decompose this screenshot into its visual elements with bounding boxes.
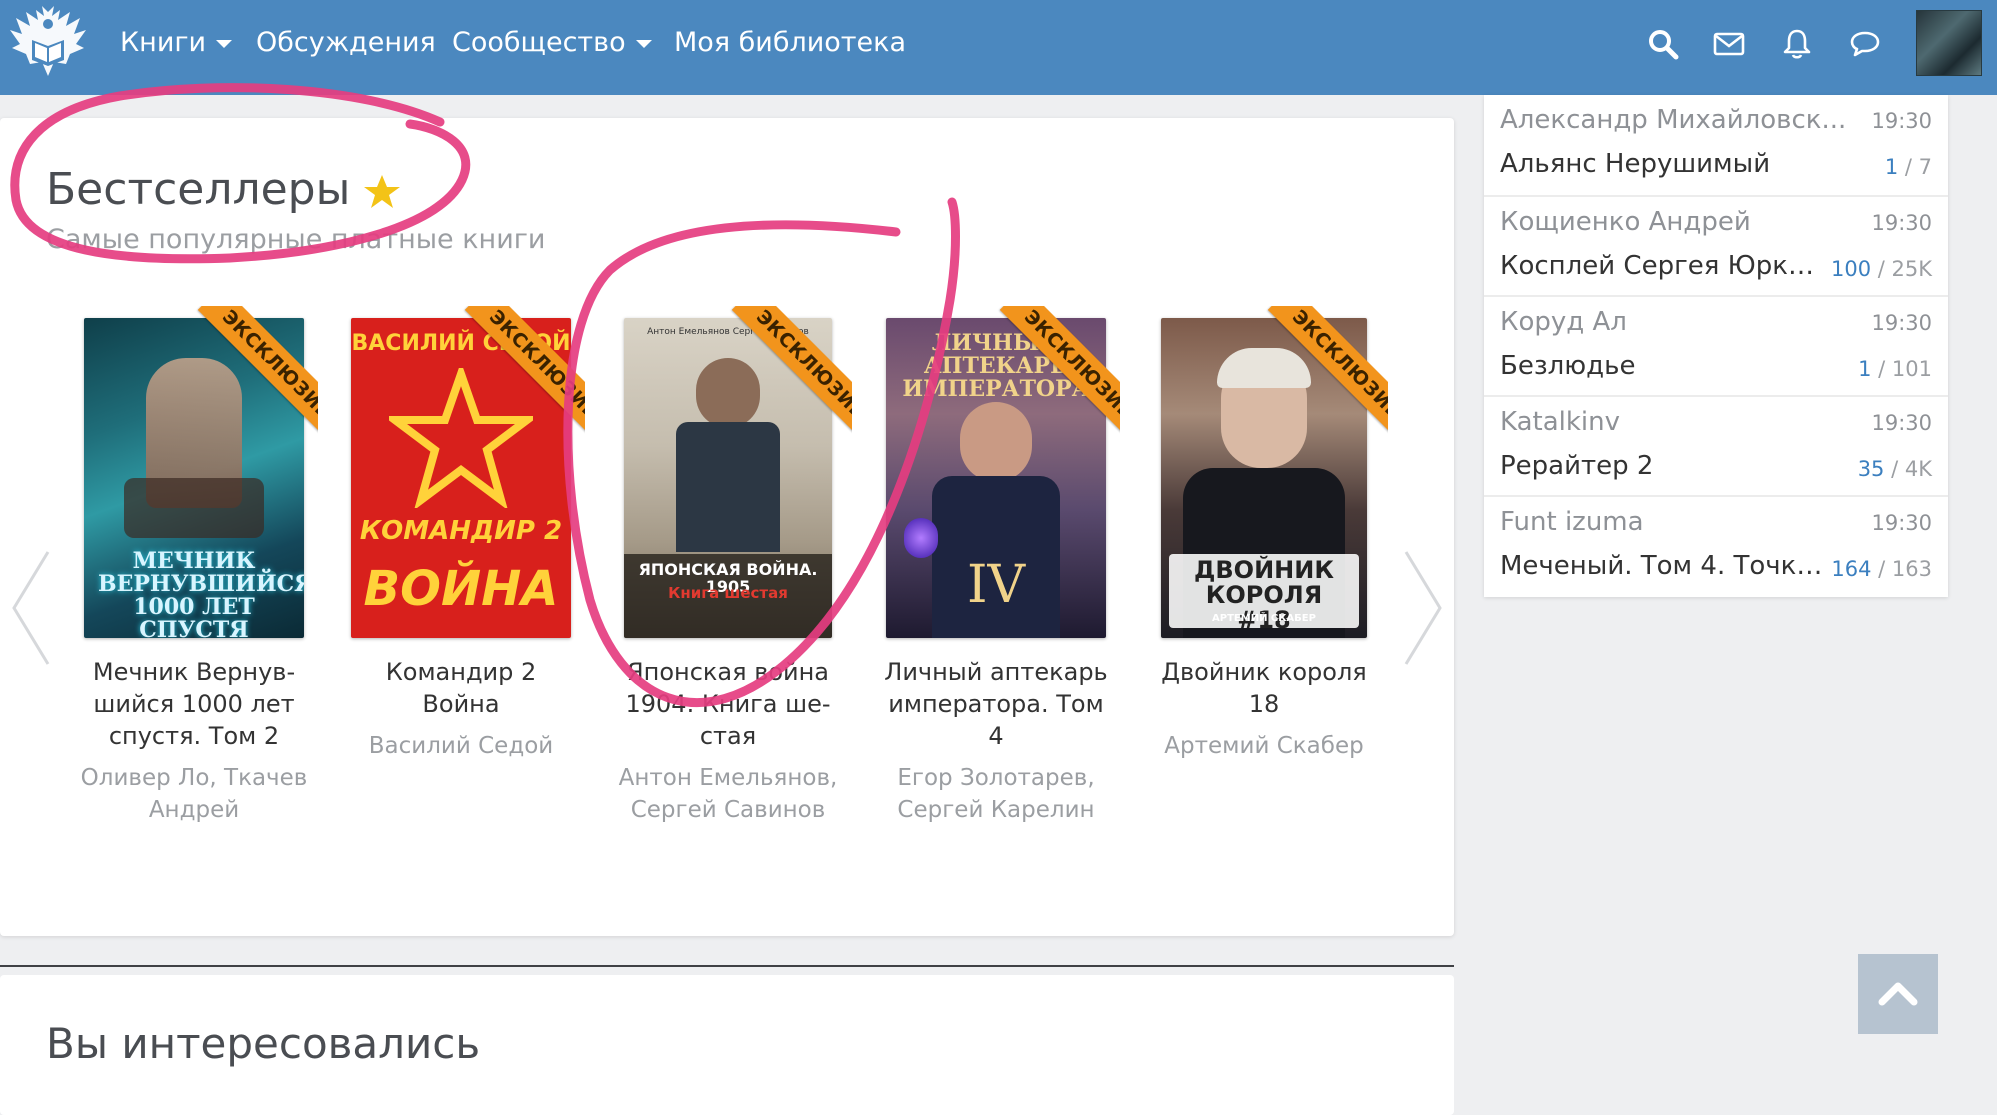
book-cover-wrap: Антон Емельянов Сергей Савинов ЯПОНСКАЯ … bbox=[618, 306, 852, 638]
star-icon bbox=[364, 175, 401, 208]
book-card[interactable]: Антон Емельянов Сергей Савинов ЯПОНСКАЯ … bbox=[608, 306, 852, 826]
search-icon[interactable] bbox=[1646, 27, 1680, 61]
book-card[interactable]: ЛИЧНЫЙ АПТЕКАРЬ ИМПЕРАТОРА IV ЭКСКЛЮЗИВ … bbox=[876, 306, 1120, 826]
book-card[interactable]: ДВОЙНИК КОРОЛЯ #18 АРТЕМИЙ СКАБЕР ЭКСКЛЮ… bbox=[1144, 306, 1388, 762]
feed-author[interactable]: Коруд Ал bbox=[1500, 307, 1860, 337]
interested-card: Вы интересовались bbox=[0, 975, 1454, 1115]
book-card[interactable]: ВАСИЛИЙ СЕДОЙ КОМАНДИР 2 ВОЙНА ЭКСКЛЮЗИВ… bbox=[341, 306, 585, 762]
exclusive-ribbon: ЭКСКЛЮЗИВ bbox=[990, 306, 1120, 436]
book-author[interactable]: Артемий Скабер bbox=[1144, 730, 1384, 762]
feed-item[interactable]: Кощиенко Андрей 19:30 Косплей Сергея Юрк… bbox=[1484, 195, 1948, 296]
cover-text: КОМАНДИР 2 bbox=[359, 516, 563, 546]
feed-time: 19:30 bbox=[1871, 511, 1932, 535]
book-cover-wrap: ВАСИЛИЙ СЕДОЙ КОМАНДИР 2 ВОЙНА ЭКСКЛЮЗИВ bbox=[351, 306, 585, 638]
feed-count: 1 / 7 bbox=[1884, 155, 1932, 179]
book-author[interactable]: Василий Седой bbox=[341, 730, 581, 762]
cover-text: ВОЙНА bbox=[363, 561, 559, 617]
nav-discussions[interactable]: Обсуждения bbox=[256, 25, 436, 61]
book-cover-wrap: ДВОЙНИК КОРОЛЯ #18 АРТЕМИЙ СКАБЕР ЭКСКЛЮ… bbox=[1154, 306, 1388, 638]
feed-book-title[interactable]: Безлюдье bbox=[1500, 351, 1830, 381]
book-title[interactable]: Японская война 1904. Книга ше-стая bbox=[608, 656, 848, 752]
feed-author[interactable]: Funt izuma bbox=[1500, 507, 1860, 537]
feed-count: 164 / 163 bbox=[1831, 557, 1932, 581]
eagle-book-logo-icon[interactable] bbox=[6, 4, 90, 84]
bell-icon[interactable] bbox=[1780, 27, 1814, 61]
cover-text: АРТЕМИЙ СКАБЕР bbox=[1212, 613, 1316, 624]
feed-author[interactable]: Александр Михайловск... bbox=[1500, 105, 1860, 135]
cover-text: IV bbox=[966, 555, 1026, 615]
feed-book-title[interactable]: Рерайтер 2 bbox=[1500, 451, 1830, 481]
book-cover-wrap: МЕЧНИК ВЕРНУВШИЙСЯ 1000 ЛЕТ СПУСТЯ ЭКСКЛ… bbox=[84, 306, 318, 638]
caret-down-icon bbox=[635, 39, 652, 48]
book-card[interactable]: МЕЧНИК ВЕРНУВШИЙСЯ 1000 ЛЕТ СПУСТЯ ЭКСКЛ… bbox=[74, 306, 318, 826]
feed-count: 35 / 4K bbox=[1857, 457, 1932, 481]
section-title[interactable]: Вы интересовались bbox=[46, 1019, 480, 1068]
section-divider bbox=[0, 965, 1454, 967]
feed-item[interactable]: Funt izuma 19:30 Меченый. Том 4. Точка к… bbox=[1484, 495, 1948, 596]
exclusive-ribbon: ЭКСКЛЮЗИВ bbox=[455, 306, 585, 436]
carousel-prev-arrow-icon[interactable] bbox=[8, 548, 56, 668]
section-subtitle: Самые популярные платные книги bbox=[46, 224, 546, 255]
chevron-up-icon bbox=[1878, 982, 1918, 1006]
feed-author[interactable]: Кощиенко Андрей bbox=[1500, 207, 1860, 237]
book-author[interactable]: Антон Емельянов, Сергей Савинов bbox=[608, 762, 848, 826]
cover-text: МЕЧНИК ВЕРНУВШИЙСЯ 1000 ЛЕТ СПУСТЯ bbox=[98, 548, 304, 638]
carousel-next-arrow-icon[interactable] bbox=[1398, 548, 1446, 668]
feed-item[interactable]: Александр Михайловск... 19:30 Альянс Нер… bbox=[1484, 95, 1948, 194]
book-title[interactable]: Командир 2 Война bbox=[341, 656, 581, 720]
envelope-icon[interactable] bbox=[1712, 27, 1746, 61]
cover-text: Книга шестая bbox=[668, 584, 788, 602]
feed-time: 19:30 bbox=[1871, 109, 1932, 133]
caret-down-icon bbox=[216, 39, 233, 48]
feed-time: 19:30 bbox=[1871, 411, 1932, 435]
scroll-to-top-button[interactable] bbox=[1858, 954, 1938, 1034]
feed-book-title[interactable]: Меченый. Том 4. Точка к... bbox=[1500, 551, 1830, 581]
exclusive-ribbon: ЭКСКЛЮЗИВ bbox=[1258, 306, 1388, 436]
nav-my-library[interactable]: Моя библиотека bbox=[674, 25, 906, 61]
nav-books-menu[interactable]: Книги bbox=[120, 25, 233, 61]
feed-time: 19:30 bbox=[1871, 211, 1932, 235]
section-title[interactable]: Бестселлеры bbox=[46, 162, 402, 218]
bestsellers-card: Бестселлеры Самые популярные платные кни… bbox=[0, 118, 1454, 936]
book-title[interactable]: Мечник Вернув-шийся 1000 лет спустя. Том… bbox=[74, 656, 314, 752]
user-avatar[interactable] bbox=[1916, 10, 1982, 76]
feed-count: 1 / 101 bbox=[1858, 357, 1932, 381]
exclusive-ribbon: ЭКСКЛЮЗИВ bbox=[188, 306, 318, 436]
feed-time: 19:30 bbox=[1871, 311, 1932, 335]
feed-book-title[interactable]: Косплей Сергея Юркин... bbox=[1500, 251, 1830, 281]
exclusive-ribbon: ЭКСКЛЮЗИВ bbox=[722, 306, 852, 436]
updates-feed: Александр Михайловск... 19:30 Альянс Нер… bbox=[1484, 95, 1948, 597]
feed-count: 100 / 25K bbox=[1830, 257, 1932, 281]
book-author[interactable]: Оливер Ло, Ткачев Андрей bbox=[74, 762, 314, 826]
book-title[interactable]: Личный аптекарь императора. Том 4 bbox=[876, 656, 1116, 752]
feed-item[interactable]: Коруд Ал 19:30 Безлюдье 1 / 101 bbox=[1484, 295, 1948, 396]
chat-bubble-icon[interactable] bbox=[1848, 27, 1882, 61]
feed-author[interactable]: Katalkinv bbox=[1500, 407, 1860, 437]
nav-community-menu[interactable]: Сообщество bbox=[452, 25, 652, 61]
book-cover-wrap: ЛИЧНЫЙ АПТЕКАРЬ ИМПЕРАТОРА IV ЭКСКЛЮЗИВ bbox=[886, 306, 1120, 638]
feed-item[interactable]: Katalkinv 19:30 Рерайтер 2 35 / 4K bbox=[1484, 395, 1948, 496]
feed-book-title[interactable]: Альянс Нерушимый bbox=[1500, 149, 1830, 179]
book-title[interactable]: Двойник короля 18 bbox=[1144, 656, 1384, 720]
book-author[interactable]: Егор Золотарев, Сергей Карелин bbox=[876, 762, 1116, 826]
top-navbar: Книги Обсуждения Сообщество Моя библиоте… bbox=[0, 0, 1997, 95]
